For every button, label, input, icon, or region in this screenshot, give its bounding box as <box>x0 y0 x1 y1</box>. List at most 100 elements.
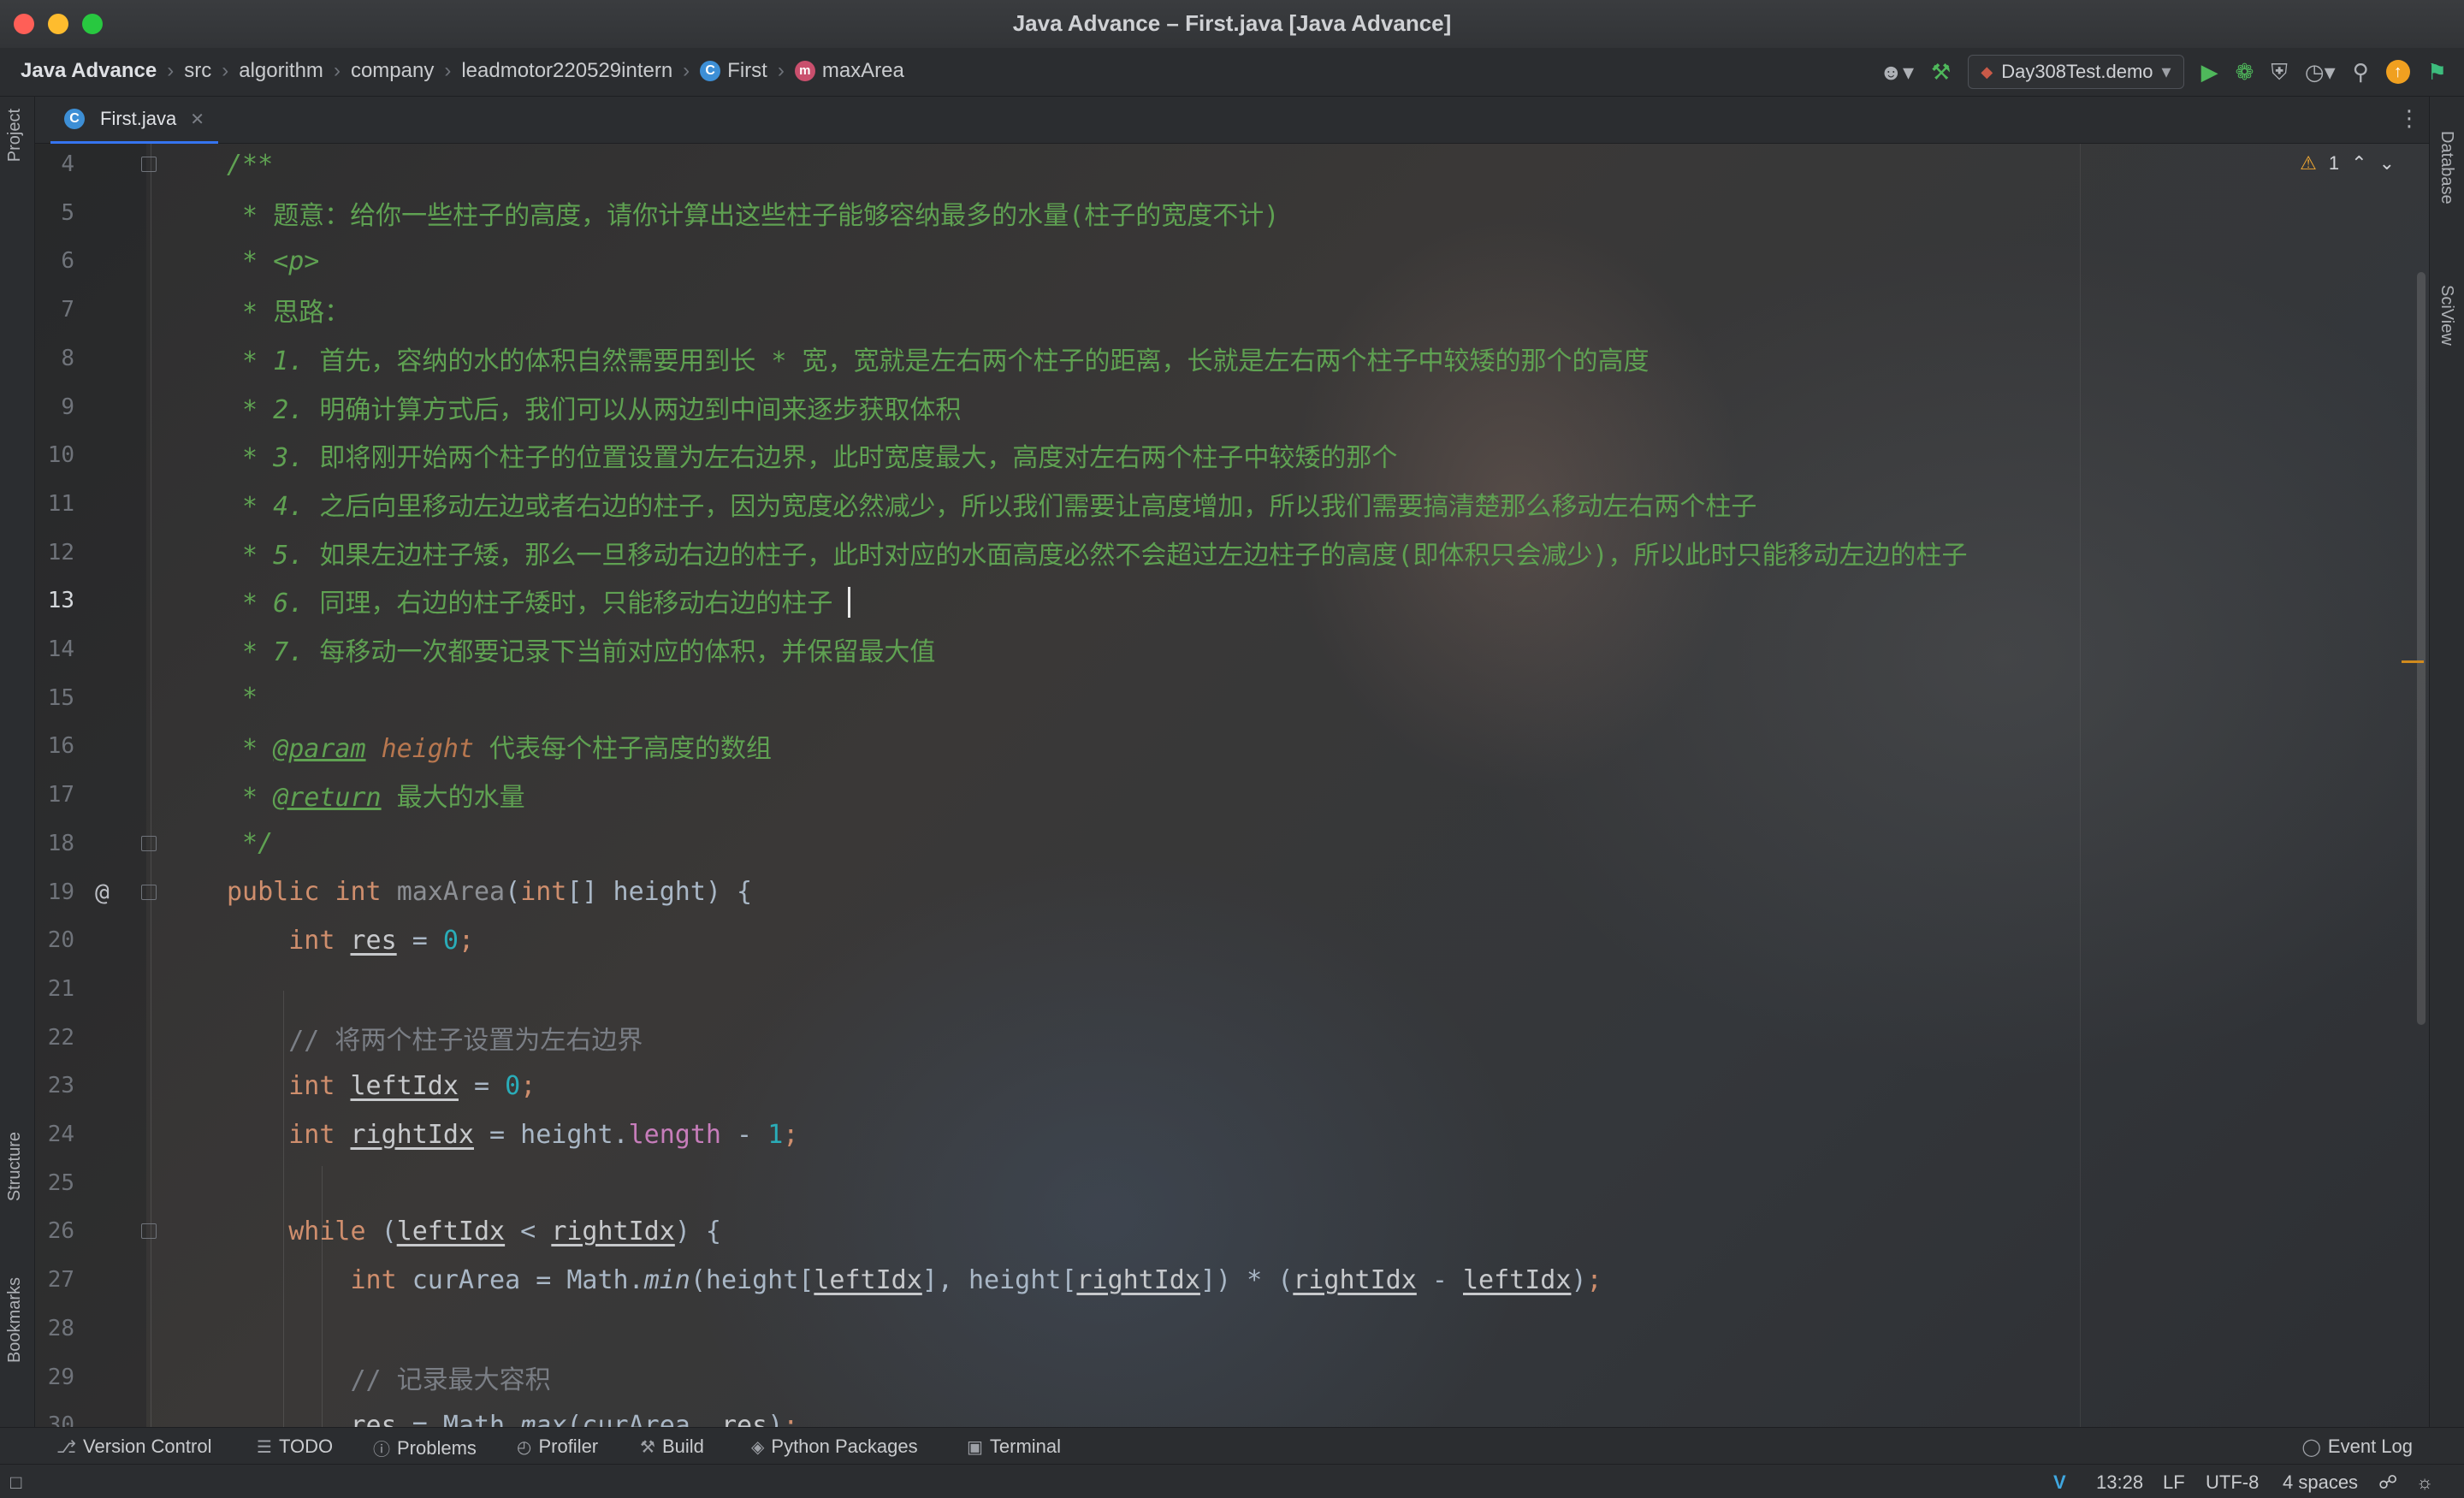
tool-window-profiler[interactable]: ◴ Profiler <box>517 1436 598 1458</box>
code-line[interactable]: 15 * <box>35 676 2345 720</box>
code-text: * @param height 代表每个柱子高度的数组 <box>227 727 772 765</box>
structure-tool-button[interactable]: Structure <box>5 1132 25 1201</box>
breadcrumb-item[interactable]: src <box>184 59 211 83</box>
code-editor[interactable]: 4 /** 5 * 题意：给你一些柱子的高度，请你计算出这些柱子能够容纳最多的水量(… <box>35 144 2429 1427</box>
vim-icon[interactable]: V <box>2053 1471 2066 1494</box>
tool-window-terminal[interactable]: ▣ Terminal <box>967 1436 1061 1458</box>
build-hammer-icon[interactable]: ⚒ <box>1931 55 1951 89</box>
bookmarks-tool-button[interactable]: Bookmarks <box>5 1277 25 1363</box>
code-token: = <box>396 925 443 956</box>
run-configuration-select[interactable]: ◆ Day308Test.demo ▾ <box>1968 55 2184 89</box>
coverage-icon[interactable]: ⛨ <box>2271 55 2288 89</box>
code-line[interactable]: 19 public int maxArea(int[] height) {@ <box>35 870 2345 915</box>
inspection-widget[interactable]: ⚠ 1 ⌃ ⌄ <box>2300 152 2395 175</box>
caret-position[interactable]: 13:28 <box>2096 1471 2143 1494</box>
code-line[interactable]: 17 * @return 最大的水量 <box>35 773 2345 817</box>
fold-icon[interactable] <box>141 835 157 851</box>
chevron-up-icon[interactable]: ⌃ <box>2351 152 2366 175</box>
breadcrumb-item[interactable]: leadmotor220529intern <box>461 59 672 83</box>
code-line[interactable]: 30 res = Math.max(curArea, res); <box>35 1403 2345 1427</box>
line-number: 25 <box>47 1169 74 1196</box>
code-line[interactable]: 4 /** <box>35 144 2345 187</box>
code-line[interactable]: 29 // 记录最大容积 <box>35 1355 2345 1400</box>
project-tool-button[interactable]: Project <box>5 109 25 162</box>
code-token: * 3. <box>227 443 320 474</box>
code-token: < <box>505 1216 552 1246</box>
code-line[interactable]: 25 <box>35 1161 2345 1205</box>
database-tool-button[interactable]: Database <box>2437 131 2456 204</box>
code-token: height <box>381 734 474 765</box>
code-line[interactable]: 24 int rightIdx = height.length - 1; <box>35 1112 2345 1157</box>
event-log-button[interactable]: ◯ Event Log <box>2302 1436 2413 1458</box>
code-line[interactable]: 18 */ <box>35 821 2345 866</box>
vertical-scrollbar[interactable] <box>2417 272 2426 1025</box>
code-line[interactable]: 23 int leftIdx = 0; <box>35 1063 2345 1108</box>
file-encoding[interactable]: UTF-8 <box>2206 1471 2259 1494</box>
code-line[interactable]: 6 * <p> <box>35 239 2345 283</box>
close-tab-icon[interactable]: ✕ <box>190 109 204 130</box>
tool-window-todo[interactable]: ☰ TODO <box>257 1436 333 1458</box>
code-token: public <box>227 877 335 907</box>
line-separator[interactable]: LF <box>2163 1471 2185 1494</box>
code-line[interactable]: 13 * 6. 同理，右边的柱子矮时，只能移动右边的柱子 <box>35 578 2345 623</box>
breadcrumb-item[interactable]: m maxArea <box>794 59 904 83</box>
tool-window-version-control[interactable]: ⎇ Version Control <box>56 1436 211 1458</box>
user-icon[interactable]: ☻▾ <box>1880 55 1914 89</box>
indent-setting[interactable]: 4 spaces <box>2283 1471 2358 1494</box>
code-line[interactable]: 10 * 3. 即将刚开始两个柱子的位置设置为左右边界，此时宽度最大，高度对左右… <box>35 433 2345 477</box>
update-icon[interactable]: ↑ <box>2385 60 2410 84</box>
code-line[interactable]: 21 <box>35 967 2345 1011</box>
profile-icon[interactable]: ◷▾ <box>2305 55 2336 89</box>
notifications-icon[interactable]: ☼ <box>2416 1471 2433 1494</box>
chevron-right-icon: › <box>222 59 229 82</box>
code-token: 1 <box>767 1119 784 1150</box>
sciview-tool-button[interactable]: SciView <box>2437 285 2456 346</box>
code-line[interactable]: 9 * 2. 明确计算方式后，我们可以从两边到中间来逐步获取体积 <box>35 385 2345 429</box>
chevron-down-icon[interactable]: ⌄ <box>2379 152 2395 175</box>
fold-icon[interactable] <box>141 884 157 900</box>
code-token: ; <box>783 1119 799 1150</box>
code-text: while (leftIdx < rightIdx) { <box>227 1217 721 1246</box>
code-line[interactable]: 14 * 7. 每移动一次都要记录下当前对应的体积，并保留最大值 <box>35 627 2345 672</box>
line-number: 9 <box>61 394 74 420</box>
tab-first-java[interactable]: C First.java ✕ <box>50 97 219 145</box>
code-token: = height. <box>474 1119 629 1150</box>
code-line[interactable]: 27 int curArea = Math.min(height[leftIdx… <box>35 1258 2345 1302</box>
breadcrumb-item[interactable]: company <box>351 59 434 83</box>
code-line[interactable]: 8 * 1. 首先，容纳的水的体积自然需要用到长 * 宽，宽就是左右两个柱子的距… <box>35 336 2345 381</box>
main-toolbar: ☻▾ ⚒ ◆ Day308Test.demo ▾ ▶ ❁ ⛨ ◷▾ ⚲ ↑ ⚑ <box>1880 55 2447 89</box>
panel-toggle-icon[interactable]: □ <box>10 1471 21 1494</box>
plugin-logo-icon[interactable]: ⚑ <box>2427 55 2447 89</box>
code-line[interactable]: 22 // 将两个柱子设置为左右边界 <box>35 1015 2345 1060</box>
code-line[interactable]: 5 * 题意：给你一些柱子的高度，请你计算出这些柱子能够容纳最多的水量(柱子的宽… <box>35 191 2345 235</box>
lock-icon[interactable]: ☍ <box>2378 1471 2397 1494</box>
code-line[interactable]: 11 * 4. 之后向里移动左边或者右边的柱子，因为宽度必然减少，所以我们需要让… <box>35 482 2345 526</box>
window-title: Java Advance – First.java [Java Advance] <box>1012 10 1452 36</box>
code-token: while <box>288 1216 382 1246</box>
breadcrumb-item[interactable]: Java Advance <box>21 59 157 83</box>
warning-count: 1 <box>2328 152 2340 174</box>
code-line[interactable]: 20 int res = 0; <box>35 918 2345 962</box>
debug-icon[interactable]: ❁ <box>2236 55 2254 89</box>
code-token: 首先，容纳的水的体积自然需要用到长 * 宽，宽就是左右两个柱子的距离，长就是左右… <box>319 346 1650 376</box>
code-token: int <box>288 925 351 956</box>
code-line[interactable]: 12 * 5. 如果左边柱子矮，那么一旦移动右边的柱子，此时对应的水面高度必然不… <box>35 530 2345 575</box>
run-icon[interactable]: ▶ <box>2201 55 2218 89</box>
tool-window-problems[interactable]: ⓘ Problems <box>373 1436 477 1460</box>
breadcrumb-item[interactable]: C First <box>700 59 767 83</box>
code-line[interactable]: 26 while (leftIdx < rightIdx) { <box>35 1209 2345 1253</box>
scroll-warning-marker[interactable] <box>2402 660 2424 663</box>
tool-window-python-packages[interactable]: ◈ Python Packages <box>751 1436 918 1458</box>
fold-icon[interactable] <box>141 1223 157 1240</box>
code-line[interactable]: 16 * @param height 代表每个柱子高度的数组 <box>35 724 2345 768</box>
search-icon[interactable]: ⚲ <box>2353 55 2369 89</box>
tool-window-build[interactable]: ⚒ Build <box>640 1436 704 1458</box>
method-annotation-icon[interactable]: @ <box>95 878 110 906</box>
fold-icon[interactable] <box>141 157 157 172</box>
breadcrumb-item[interactable]: algorithm <box>239 59 323 83</box>
code-text: // 将两个柱子设置为左右边界 <box>227 1019 643 1057</box>
code-line[interactable]: 28 <box>35 1306 2345 1351</box>
code-line[interactable]: 7 * 思路： <box>35 287 2345 332</box>
breadcrumb-label: leadmotor220529intern <box>461 59 673 82</box>
more-options-icon[interactable]: ⋮ <box>2398 105 2420 132</box>
